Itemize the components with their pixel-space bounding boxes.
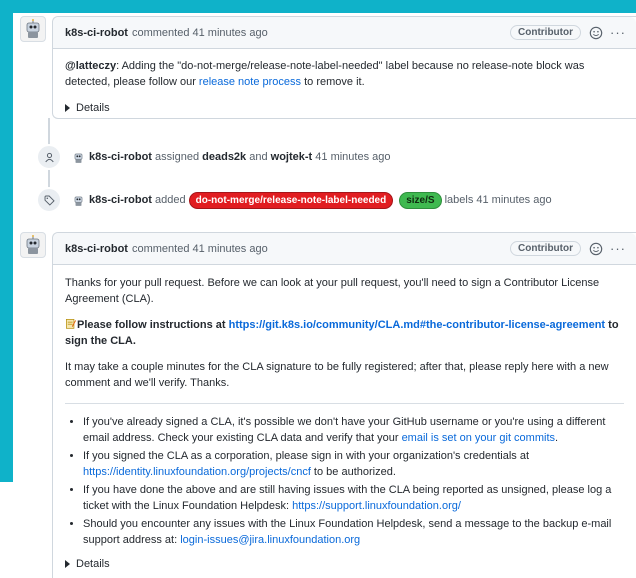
- person-icon: [36, 144, 62, 170]
- comment-text-end: to remove it.: [301, 76, 365, 88]
- details-label: Details: [76, 102, 110, 114]
- smiley-icon[interactable]: [589, 26, 603, 40]
- label-size[interactable]: size/S: [399, 191, 442, 209]
- robot-avatar-icon[interactable]: [72, 151, 85, 164]
- event-suffix: labels 41 minutes ago: [444, 194, 552, 206]
- list-item-text-end: .: [555, 432, 559, 444]
- comment-box: k8s-ci-robot commented 41 minutes ago Co…: [52, 232, 636, 578]
- robot-avatar-icon[interactable]: [72, 194, 85, 207]
- mention[interactable]: @latteczy: [65, 60, 116, 72]
- timeline-event-labeled: k8s-ci-robot added do-not-merge/release-…: [36, 187, 552, 213]
- assignee-link[interactable]: deads2k: [202, 151, 246, 163]
- comment-body: Thanks for your pull request. Before we …: [53, 265, 636, 391]
- contributor-badge: Contributor: [510, 241, 581, 256]
- memo-icon: [65, 318, 76, 329]
- robot-avatar-icon[interactable]: [20, 16, 46, 42]
- list-item-text: If you signed the CLA as a corporation, …: [83, 450, 530, 462]
- comment-body: @latteczy: Adding the "do-not-merge/rele…: [53, 49, 636, 116]
- robot-avatar-icon[interactable]: [20, 232, 46, 258]
- comment-timestamp[interactable]: commented 41 minutes ago: [132, 27, 268, 39]
- contributor-badge: Contributor: [510, 25, 581, 40]
- background-frame-left: [0, 0, 13, 482]
- details-label: Details: [76, 558, 110, 570]
- support-email-link[interactable]: login-issues@jira.linuxfoundation.org: [180, 534, 360, 546]
- comment-header: k8s-ci-robot commented 41 minutes ago Co…: [53, 17, 636, 49]
- list-item: If you have done the above and are still…: [83, 482, 624, 514]
- cla-wait-note: It may take a couple minutes for the CLA…: [65, 361, 609, 389]
- list-item: Should you encounter any issues with the…: [83, 516, 624, 548]
- email-commits-link[interactable]: email is set on your git commits: [402, 432, 555, 444]
- event-time[interactable]: 41 minutes ago: [315, 151, 390, 163]
- list-item: If you've already signed a CLA, it's pos…: [83, 414, 624, 446]
- event-conjunction: and: [249, 151, 268, 163]
- details-toggle[interactable]: Details: [65, 556, 624, 572]
- event-actor[interactable]: k8s-ci-robot: [89, 151, 152, 163]
- cla-instructions-prefix: Please follow instructions at: [77, 319, 229, 331]
- cla-intro: Thanks for your pull request. Before we …: [65, 277, 600, 305]
- triangle-right-icon: [65, 560, 70, 568]
- assignee-link[interactable]: wojtek-t: [271, 151, 313, 163]
- list-item-text-end: to be authorized.: [310, 466, 396, 478]
- comment-header: k8s-ci-robot commented 41 minutes ago Co…: [53, 233, 636, 265]
- tag-icon: [36, 187, 62, 213]
- event-actor[interactable]: k8s-ci-robot: [89, 194, 152, 206]
- identity-link[interactable]: https://identity.linuxfoundation.org/pro…: [83, 466, 311, 478]
- event-verb: added: [155, 194, 186, 206]
- details-toggle[interactable]: Details: [65, 100, 624, 116]
- cla-instructions: Please follow instructions at https://gi…: [65, 317, 624, 349]
- comment-timestamp[interactable]: commented 41 minutes ago: [132, 243, 268, 255]
- label-do-not-merge[interactable]: do-not-merge/release-note-label-needed: [188, 191, 394, 209]
- release-note-link[interactable]: release note process: [199, 76, 301, 88]
- cla-help-section: If you've already signed a CLA, it's pos…: [53, 404, 636, 572]
- list-item: If you signed the CLA as a corporation, …: [83, 448, 624, 480]
- smiley-icon[interactable]: [589, 242, 603, 256]
- background-frame-top: [0, 0, 636, 13]
- timeline-event-assigned: k8s-ci-robot assigned deads2k and wojtek…: [36, 144, 391, 170]
- kebab-horizontal-icon[interactable]: ···: [610, 26, 626, 39]
- event-verb: assigned: [155, 151, 200, 163]
- comment-box: k8s-ci-robot commented 41 minutes ago Co…: [52, 16, 636, 119]
- triangle-right-icon: [65, 104, 70, 112]
- helpdesk-link[interactable]: https://support.linuxfoundation.org/: [292, 500, 461, 512]
- cla-link[interactable]: https://git.k8s.io/community/CLA.md#the-…: [229, 319, 606, 331]
- kebab-horizontal-icon[interactable]: ···: [610, 242, 626, 255]
- cla-help-list: If you've already signed a CLA, it's pos…: [65, 414, 624, 548]
- comment-author[interactable]: k8s-ci-robot: [65, 27, 128, 39]
- comment-author[interactable]: k8s-ci-robot: [65, 243, 128, 255]
